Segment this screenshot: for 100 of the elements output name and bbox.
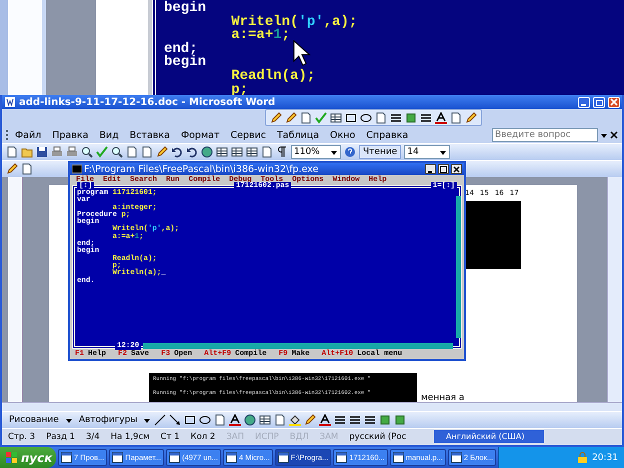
menu-item[interactable]: Сервис xyxy=(227,130,269,140)
menu-item[interactable]: Таблица xyxy=(274,130,322,140)
window-icon xyxy=(336,452,348,463)
document-icon[interactable] xyxy=(300,112,312,124)
font-color-icon[interactable] xyxy=(435,112,447,124)
status-text: русский (Рос xyxy=(349,432,406,442)
status-text: На 1,9см xyxy=(110,432,150,442)
dropdown-arrow-icon[interactable] xyxy=(600,131,608,139)
document-icon[interactable] xyxy=(21,163,33,175)
status-text: 3/4 xyxy=(86,432,100,442)
start-button[interactable]: пуск xyxy=(0,447,56,468)
vertical-scrollbar[interactable] xyxy=(607,177,622,402)
toolbar-grip xyxy=(6,130,10,140)
help-search-field[interactable]: Введите вопрос xyxy=(492,128,598,142)
checkmark-icon[interactable] xyxy=(96,146,108,158)
dropdown-arrow-icon[interactable] xyxy=(330,148,338,156)
oval-icon[interactable] xyxy=(199,414,212,426)
document-icon[interactable] xyxy=(126,146,138,158)
menu-item[interactable]: Правка xyxy=(49,130,92,140)
line-style-icon[interactable] xyxy=(390,112,402,124)
pencil-icon[interactable] xyxy=(465,112,477,124)
code-text: begin xyxy=(164,54,206,70)
code-text: begin xyxy=(164,0,206,16)
document-icon[interactable] xyxy=(214,414,226,426)
save-icon[interactable] xyxy=(36,146,48,158)
undo-icon[interactable] xyxy=(186,146,198,158)
window-icon xyxy=(169,452,180,463)
oval-icon[interactable] xyxy=(360,112,372,124)
document-icon[interactable] xyxy=(6,146,18,158)
line-icon[interactable] xyxy=(154,414,166,426)
language-bar[interactable]: Английский (США) xyxy=(434,430,544,443)
line-style-icon[interactable] xyxy=(334,414,346,426)
magnifier-icon[interactable] xyxy=(111,146,123,158)
folder-icon[interactable] xyxy=(21,146,33,158)
pencil-icon[interactable] xyxy=(285,112,297,124)
status-text: Разд 1 xyxy=(46,432,75,442)
pencil-icon[interactable] xyxy=(304,414,316,426)
document-icon[interactable] xyxy=(450,112,462,124)
table-icon[interactable] xyxy=(216,146,228,158)
horizontal-scrollbar[interactable] xyxy=(143,343,453,349)
document-icon[interactable] xyxy=(274,414,286,426)
printer-icon[interactable] xyxy=(66,146,78,158)
line-style-icon[interactable] xyxy=(420,112,432,124)
pencil-icon[interactable] xyxy=(156,146,168,158)
window-icon xyxy=(61,452,72,463)
magnifier-icon[interactable] xyxy=(81,146,93,158)
lock-icon[interactable] xyxy=(577,452,588,463)
status-text: Стр. 3 xyxy=(8,432,36,442)
document-text: менная а xyxy=(421,393,464,402)
line-style-icon[interactable] xyxy=(349,414,362,426)
font-color-icon[interactable] xyxy=(229,414,242,426)
undo-icon[interactable] xyxy=(171,146,183,158)
close-icon[interactable] xyxy=(610,131,618,139)
rectangle-icon[interactable] xyxy=(184,414,196,426)
horizontal-scrollbar[interactable] xyxy=(2,402,622,411)
font-color-icon[interactable] xyxy=(319,414,332,426)
menu-item[interactable]: Файл xyxy=(12,130,44,140)
window-icon xyxy=(226,452,237,463)
line-style-icon[interactable] xyxy=(364,414,376,426)
arrow-icon[interactable] xyxy=(169,414,182,426)
font-size-dropdown[interactable]: 14 xyxy=(404,145,450,159)
code-text: 'p' xyxy=(298,14,324,30)
menu-item[interactable]: Вид xyxy=(96,130,122,140)
window-title: add-links-9-11-17-12-16.doc - Microsoft Word xyxy=(19,96,276,108)
menu-item[interactable]: Вставка xyxy=(126,130,173,140)
help-icon[interactable] xyxy=(344,146,356,158)
paint-bucket-icon[interactable] xyxy=(289,414,302,426)
menu-item[interactable]: Окно xyxy=(327,130,358,140)
vertical-scrollbar[interactable] xyxy=(456,196,461,338)
document-icon[interactable] xyxy=(141,146,153,158)
table-icon[interactable] xyxy=(246,146,258,158)
dropdown-arrow-icon[interactable] xyxy=(143,416,152,424)
checkmark-icon[interactable] xyxy=(315,112,327,124)
rectangle-icon[interactable] xyxy=(345,112,357,124)
code-text: Writeln( xyxy=(230,14,298,30)
code-text: Readln(a); xyxy=(230,68,316,84)
pencil-icon[interactable] xyxy=(6,163,18,175)
zoom-dropdown[interactable]: 110% xyxy=(291,145,341,159)
window-icon xyxy=(392,452,404,463)
autoshapes-menu[interactable]: Автофигуры xyxy=(76,415,140,425)
document-icon[interactable] xyxy=(375,112,387,124)
table-icon[interactable] xyxy=(330,112,342,124)
drawing-menu[interactable]: Рисование xyxy=(6,415,62,425)
dropdown-arrow-icon[interactable] xyxy=(439,148,448,156)
table-icon[interactable] xyxy=(231,146,243,158)
windows-flag-icon[interactable] xyxy=(6,452,17,463)
pencil-icon[interactable] xyxy=(270,112,282,124)
code-text: ,a); xyxy=(324,14,358,30)
window-icon xyxy=(112,452,124,463)
window-icon xyxy=(450,452,462,463)
code-text: ; xyxy=(282,27,290,44)
pilcrow-icon[interactable] xyxy=(276,146,288,158)
document-icon[interactable] xyxy=(261,146,273,158)
dropdown-arrow-icon[interactable] xyxy=(64,416,73,424)
reading-button[interactable]: Чтение xyxy=(359,145,402,159)
printer-icon[interactable] xyxy=(51,146,63,158)
menu-item[interactable]: Формат xyxy=(178,130,222,140)
menu-item[interactable]: Справка xyxy=(363,130,412,140)
code-text: 1 xyxy=(273,27,282,44)
table-icon[interactable] xyxy=(259,414,272,426)
